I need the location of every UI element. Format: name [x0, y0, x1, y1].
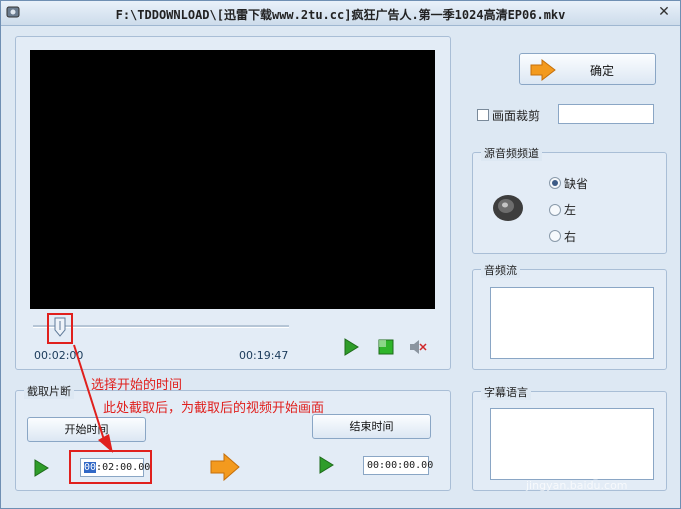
crop-checkbox[interactable]: [477, 109, 489, 121]
mute-icon[interactable]: [409, 339, 427, 355]
close-icon[interactable]: ✕: [656, 4, 672, 20]
radio-left[interactable]: [549, 204, 561, 216]
play-icon[interactable]: [342, 338, 360, 356]
video-preview: [30, 50, 435, 309]
play-end-icon[interactable]: [318, 456, 334, 474]
play-start-icon[interactable]: [33, 459, 49, 477]
radio-left-label: 左: [564, 203, 577, 217]
slider-highlight-box: [47, 313, 73, 344]
confirm-button[interactable]: 确定: [519, 53, 656, 85]
radio-default[interactable]: [549, 177, 561, 189]
radio-right[interactable]: [549, 230, 561, 242]
stop-icon[interactable]: [378, 339, 394, 355]
app-window: F:\TDDOWNLOAD\[迅雷下载www.2tu.cc]疯狂广告人.第一季1…: [0, 0, 681, 509]
arrow-right-icon: [530, 59, 556, 81]
end-time-button-label: 结束时间: [349, 420, 394, 433]
confirm-label: 确定: [590, 64, 615, 78]
end-time-input[interactable]: 00:00:00.00: [363, 456, 433, 475]
crop-label: 画面裁剪: [492, 109, 541, 123]
radio-default-label: 缺省: [564, 177, 589, 191]
end-time-button[interactable]: 结束时间: [312, 414, 431, 439]
crop-input[interactable]: [558, 104, 654, 124]
title-bar: F:\TDDOWNLOAD\[迅雷下载www.2tu.cc]疯狂广告人.第一季1…: [1, 1, 680, 26]
radio-right-label: 右: [564, 230, 577, 244]
audio-stream-list[interactable]: [490, 287, 654, 359]
window-title: F:\TDDOWNLOAD\[迅雷下载www.2tu.cc]疯狂广告人.第一季1…: [115, 8, 566, 22]
audio-stream-title: 音频流: [481, 262, 520, 278]
arrow-right-icon: [210, 452, 240, 482]
start-time-highlight-box: [69, 450, 152, 484]
watermark-url: jingyan.baidu.com: [526, 479, 628, 492]
source-channel-title: 源音频频道: [481, 145, 542, 161]
subtitle-language-title: 字幕语言: [481, 384, 531, 400]
total-time: 00:19:47: [239, 349, 289, 362]
annotation-line1: 选择开始的时间: [91, 378, 183, 393]
annotation-line2: 此处截取后，为截取后的视频开始画面: [103, 401, 325, 416]
speaker-icon: [493, 195, 523, 221]
